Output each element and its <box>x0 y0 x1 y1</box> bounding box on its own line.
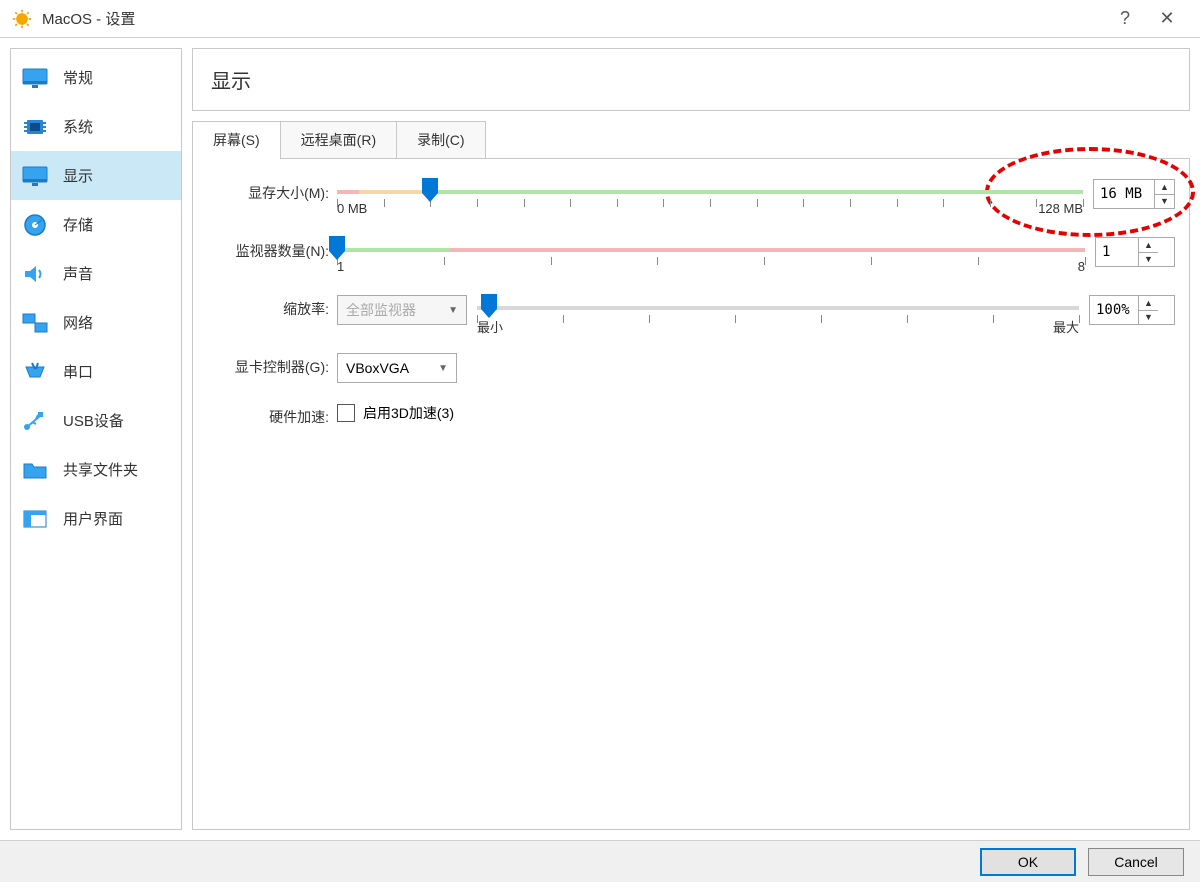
app-icon <box>12 9 32 29</box>
usb-icon <box>21 409 49 433</box>
sidebar-item-shared-folders[interactable]: 共享文件夹 <box>11 445 181 494</box>
slider-min-label: 0 MB <box>337 201 367 216</box>
tab-recording[interactable]: 录制(C) <box>396 121 485 158</box>
slider-max-label: 8 <box>1078 259 1085 274</box>
sidebar-item-usb[interactable]: USB设备 <box>11 396 181 445</box>
scale-factor-slider[interactable]: 最小 最大 <box>477 295 1079 333</box>
video-memory-input[interactable] <box>1094 180 1154 208</box>
slider-max-label: 最大 <box>1053 317 1079 336</box>
chevron-down-icon: ▼ <box>438 363 448 374</box>
sidebar-item-network[interactable]: 网络 <box>11 298 181 347</box>
titlebar: MacOS - 设置 ? ✕ <box>0 0 1200 38</box>
hw-accel-label: 硬件加速: <box>207 403 337 427</box>
spin-up-button[interactable]: ▲ <box>1139 238 1158 253</box>
page-title: 显示 <box>211 65 1171 94</box>
spin-up-button[interactable]: ▲ <box>1139 296 1158 311</box>
cancel-button[interactable]: Cancel <box>1088 848 1184 876</box>
enable-3d-checkbox[interactable] <box>337 404 355 422</box>
ui-icon <box>21 507 49 531</box>
monitor-icon <box>21 66 49 90</box>
video-memory-spinbox[interactable]: ▲ ▼ <box>1093 179 1175 209</box>
tab-remote-desktop[interactable]: 远程桌面(R) <box>280 121 397 158</box>
sidebar-item-label: 系统 <box>63 116 93 137</box>
scale-factor-spinbox[interactable]: ▲ ▼ <box>1089 295 1175 325</box>
scale-factor-label: 缩放率: <box>207 295 337 319</box>
spin-up-button[interactable]: ▲ <box>1155 180 1174 195</box>
video-memory-label: 显存大小(M): <box>207 179 337 203</box>
chevron-down-icon: ▼ <box>448 305 458 316</box>
serial-icon <box>21 360 49 384</box>
sidebar-item-label: 显示 <box>63 165 93 186</box>
close-button[interactable]: ✕ <box>1146 3 1188 35</box>
folder-icon <box>21 458 49 482</box>
slider-thumb[interactable] <box>421 177 439 203</box>
sidebar-item-label: 常规 <box>63 67 93 88</box>
slider-max-label: 128 MB <box>1038 201 1083 216</box>
sidebar-item-audio[interactable]: 声音 <box>11 249 181 298</box>
sidebar-item-display[interactable]: 显示 <box>11 151 181 200</box>
enable-3d-label: 启用3D加速(3) <box>363 403 454 423</box>
select-value: 全部监视器 <box>346 300 416 320</box>
monitor-icon <box>21 164 49 188</box>
slider-min-label: 最小 <box>477 317 503 336</box>
video-memory-slider[interactable]: 0 MB 128 MB <box>337 179 1083 217</box>
sidebar-item-label: 共享文件夹 <box>63 459 138 480</box>
dialog-footer: OK Cancel <box>0 840 1200 882</box>
monitor-count-slider[interactable]: 1 8 <box>337 237 1085 275</box>
spin-down-button[interactable]: ▼ <box>1139 253 1158 267</box>
sidebar-item-label: 存储 <box>63 214 93 235</box>
tab-strip: 屏幕(S) 远程桌面(R) 录制(C) <box>192 121 1190 159</box>
tab-screen[interactable]: 屏幕(S) <box>192 121 281 158</box>
chip-icon <box>21 115 49 139</box>
window-title: MacOS - 设置 <box>42 8 1104 29</box>
sidebar-item-ui[interactable]: 用户界面 <box>11 494 181 543</box>
monitor-count-label: 监视器数量(N): <box>207 237 337 261</box>
sidebar-item-label: USB设备 <box>63 410 124 431</box>
tab-panel-screen: 显存大小(M): <box>192 159 1190 830</box>
ok-button[interactable]: OK <box>980 848 1076 876</box>
main-panel: 显示 屏幕(S) 远程桌面(R) 录制(C) 显存大小(M): <box>192 48 1190 830</box>
network-icon <box>21 311 49 335</box>
page-title-box: 显示 <box>192 48 1190 111</box>
help-button[interactable]: ? <box>1104 3 1146 35</box>
scale-monitor-select[interactable]: 全部监视器 ▼ <box>337 295 467 325</box>
monitor-count-spinbox[interactable]: ▲ ▼ <box>1095 237 1175 267</box>
sidebar: 常规 系统 显示 存储 声音 网络 串口 USB设备 <box>10 48 182 830</box>
sidebar-item-storage[interactable]: 存储 <box>11 200 181 249</box>
sidebar-item-system[interactable]: 系统 <box>11 102 181 151</box>
gpu-controller-select[interactable]: VBoxVGA ▼ <box>337 353 457 383</box>
disk-icon <box>21 213 49 237</box>
sidebar-item-label: 声音 <box>63 263 93 284</box>
sidebar-item-general[interactable]: 常规 <box>11 53 181 102</box>
slider-min-label: 1 <box>337 259 344 274</box>
spin-down-button[interactable]: ▼ <box>1139 311 1158 325</box>
spin-down-button[interactable]: ▼ <box>1155 195 1174 209</box>
sidebar-item-label: 串口 <box>63 361 93 382</box>
sidebar-item-label: 网络 <box>63 312 93 333</box>
sidebar-item-label: 用户界面 <box>63 508 123 529</box>
slider-thumb[interactable] <box>328 235 346 261</box>
slider-thumb[interactable] <box>480 293 498 319</box>
gpu-controller-label: 显卡控制器(G): <box>207 353 337 377</box>
scale-factor-input[interactable] <box>1090 296 1138 324</box>
sidebar-item-serial[interactable]: 串口 <box>11 347 181 396</box>
monitor-count-input[interactable] <box>1096 238 1138 266</box>
select-value: VBoxVGA <box>346 360 409 376</box>
speaker-icon <box>21 262 49 286</box>
